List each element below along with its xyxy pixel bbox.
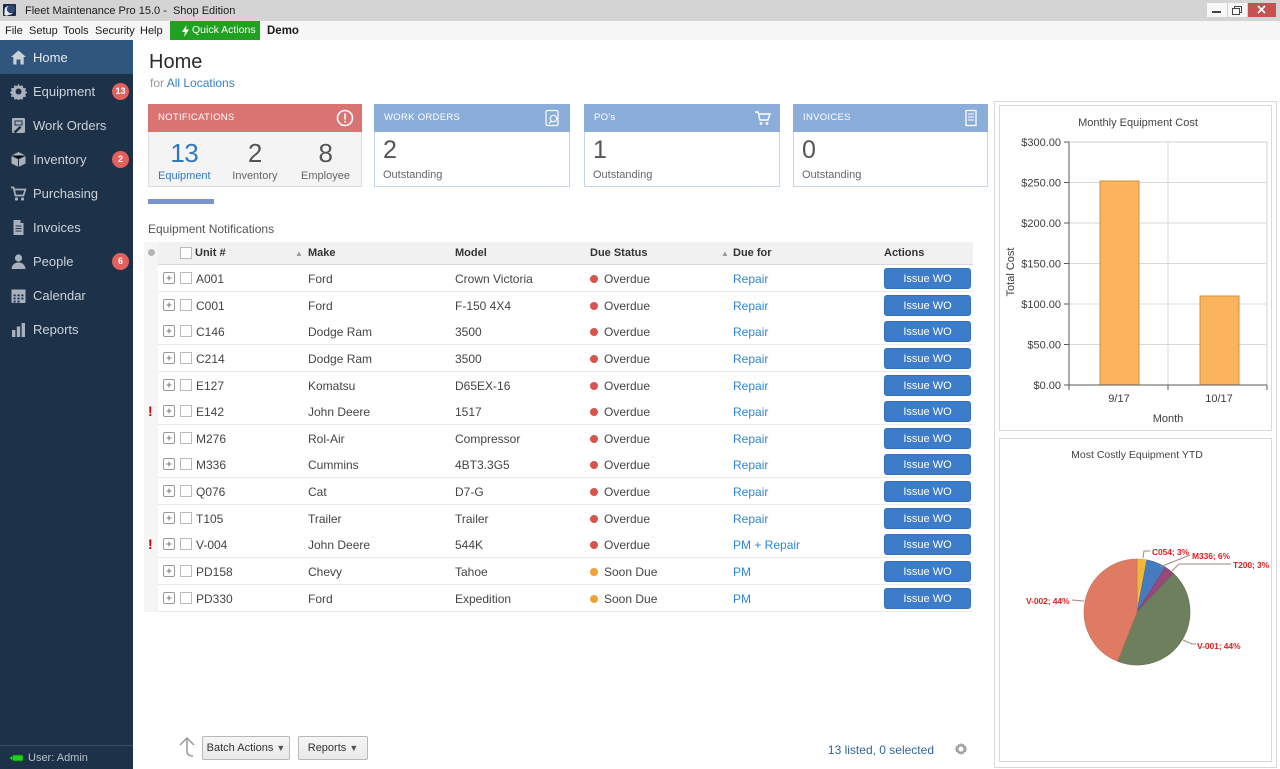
svg-text:Total Cost: Total Cost [1005,248,1017,297]
svg-text:V-001; 44%: V-001; 44% [1197,641,1241,651]
svg-text:$300.00: $300.00 [1021,137,1061,149]
svg-text:$250.00: $250.00 [1021,178,1061,190]
svg-text:$0.00: $0.00 [1033,380,1061,392]
svg-text:10/17: 10/17 [1205,393,1233,405]
svg-text:9/17: 9/17 [1108,393,1129,405]
svg-text:Most Costly Equipment YTD: Most Costly Equipment YTD [1071,449,1203,461]
svg-text:V-002; 44%: V-002; 44% [1026,596,1070,606]
svg-text:M336; 6%: M336; 6% [1192,551,1230,561]
svg-text:$200.00: $200.00 [1021,218,1061,230]
svg-text:C054; 3%: C054; 3% [1152,547,1190,557]
svg-text:$100.00: $100.00 [1021,299,1061,311]
svg-text:$150.00: $150.00 [1021,259,1061,271]
svg-text:Monthly Equipment Cost: Monthly Equipment Cost [1078,117,1198,129]
svg-text:Month: Month [1153,413,1184,425]
svg-text:$50.00: $50.00 [1027,340,1061,352]
svg-text:T200; 3%: T200; 3% [1233,560,1270,570]
